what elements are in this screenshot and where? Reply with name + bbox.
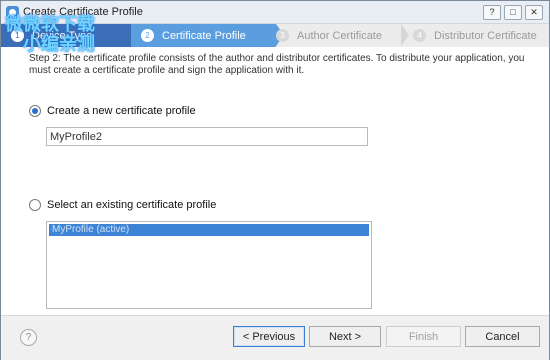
- create-new-radio[interactable]: [29, 105, 41, 117]
- step-label: Distributor Certificate: [434, 29, 537, 42]
- cancel-button[interactable]: Cancel: [465, 326, 540, 347]
- list-item[interactable]: MyProfile (active): [49, 224, 369, 236]
- watermark-line: 微微软下载: [5, 14, 95, 35]
- close-icon[interactable]: ✕: [525, 4, 543, 20]
- profile-name-input[interactable]: MyProfile2: [46, 127, 368, 146]
- step-label: Certificate Profile: [162, 29, 246, 42]
- window-controls: ? □ ✕: [483, 4, 543, 20]
- maximize-icon[interactable]: □: [504, 4, 522, 20]
- step-number: 3: [276, 29, 289, 42]
- watermark-line: 小编亲测: [23, 34, 95, 55]
- button-bar: ? < Previous Next > Finish Cancel: [1, 315, 549, 360]
- step-number: 2: [141, 29, 154, 42]
- create-certificate-profile-window: Create Certificate Profile ? □ ✕ 1 Devic…: [0, 0, 550, 360]
- existing-profiles-list[interactable]: MyProfile (active): [46, 221, 372, 309]
- select-existing-label: Select an existing certificate profile: [47, 199, 217, 211]
- create-new-label: Create a new certificate profile: [47, 105, 196, 117]
- step-number: 4: [413, 29, 426, 42]
- step-certificate-profile: 2 Certificate Profile: [131, 24, 276, 47]
- help-icon[interactable]: ?: [483, 4, 501, 20]
- step-arrow: [401, 24, 409, 46]
- watermark: 微微软下载 小编亲测: [5, 15, 95, 55]
- step-distributor-certificate: 4 Distributor Certificate: [413, 24, 543, 47]
- select-existing-option[interactable]: Select an existing certificate profile: [29, 199, 216, 211]
- step-description: Step 2: The certificate profile consists…: [29, 53, 525, 76]
- select-existing-radio[interactable]: [29, 199, 41, 211]
- previous-button[interactable]: < Previous: [233, 326, 305, 347]
- step-author-certificate: 3 Author Certificate: [276, 24, 406, 47]
- step-label: Author Certificate: [297, 29, 382, 42]
- next-button[interactable]: Next >: [309, 326, 381, 347]
- help-button[interactable]: ?: [20, 329, 37, 346]
- finish-button[interactable]: Finish: [386, 326, 461, 347]
- create-new-option[interactable]: Create a new certificate profile: [29, 105, 196, 117]
